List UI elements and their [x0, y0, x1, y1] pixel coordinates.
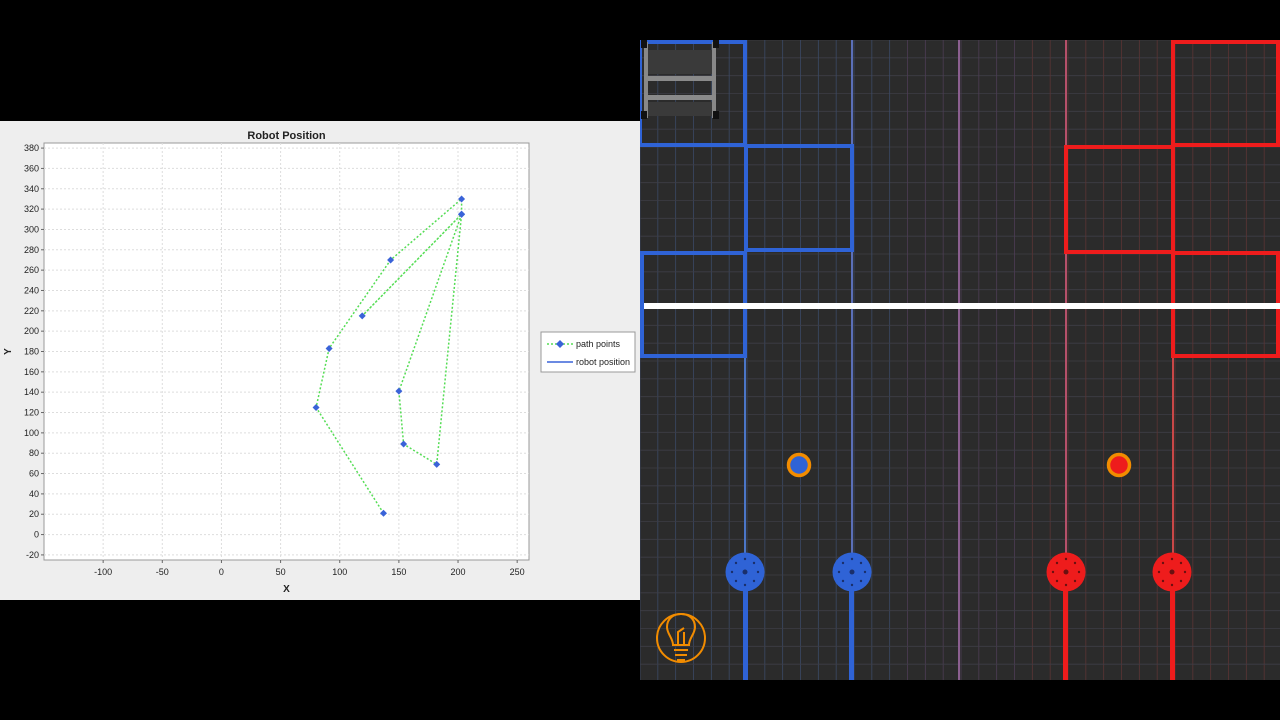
y-tick-label: 240: [24, 285, 39, 295]
white-center-line: [644, 303, 1280, 309]
x-tick-label: 50: [276, 567, 286, 577]
y-tick-label: 320: [24, 204, 39, 214]
legend-path-points-label: path points: [576, 339, 621, 349]
y-tick-label: 220: [24, 306, 39, 316]
x-tick-label: -50: [156, 567, 169, 577]
y-tick-label: 80: [29, 448, 39, 458]
y-tick-label: 380: [24, 143, 39, 153]
robot-position-chart: -100 -50 0 50 100 150 200 250 -20 0 20 40 60 80 100 120…: [3, 130, 636, 595]
x-tick-label: -100: [94, 567, 112, 577]
y-tick-label: 160: [24, 367, 39, 377]
y-tick-label: 120: [24, 408, 39, 418]
y-tick-label: 260: [24, 265, 39, 275]
y-tick-label: 280: [24, 245, 39, 255]
x-axis-label: X: [283, 584, 290, 595]
field-view: [640, 40, 1280, 680]
x-tick-label: 200: [451, 567, 466, 577]
blue-goal-2: [832, 552, 872, 592]
y-tick-label: 140: [24, 387, 39, 397]
red-goal-1: [1046, 552, 1086, 592]
bridge-icon: [641, 40, 719, 119]
x-tick-label: 0: [219, 567, 224, 577]
legend-robot-position-label: robot position: [576, 357, 630, 367]
y-tick-label: 180: [24, 347, 39, 357]
red-goal-2: [1152, 552, 1192, 592]
y-axis-label: Y: [3, 348, 14, 355]
robot-position-chart-panel: -100 -50 0 50 100 150 200 250 -20 0 20 40 60 80 100 120…: [0, 121, 640, 600]
chart-legend: path points robot position: [540, 331, 636, 373]
y-tick-label: 20: [29, 509, 39, 519]
x-tick-label: 100: [332, 567, 347, 577]
y-tick-label: 200: [24, 326, 39, 336]
red-ring: [1106, 452, 1132, 478]
y-tick-label: 0: [34, 530, 39, 540]
x-tick-label: 150: [391, 567, 406, 577]
y-tick-label: 60: [29, 469, 39, 479]
blue-ring: [786, 452, 812, 478]
y-tick-label: 40: [29, 489, 39, 499]
field-canvas: [640, 40, 1280, 680]
y-tick-label: 300: [24, 224, 39, 234]
blue-goal-1: [725, 552, 765, 592]
y-tick-label: 100: [24, 428, 39, 438]
y-tick-label: 360: [24, 163, 39, 173]
x-tick-label: 250: [510, 567, 525, 577]
y-tick-label: -20: [26, 550, 39, 560]
chart-title: Robot Position: [247, 130, 325, 142]
y-tick-label: 340: [24, 184, 39, 194]
